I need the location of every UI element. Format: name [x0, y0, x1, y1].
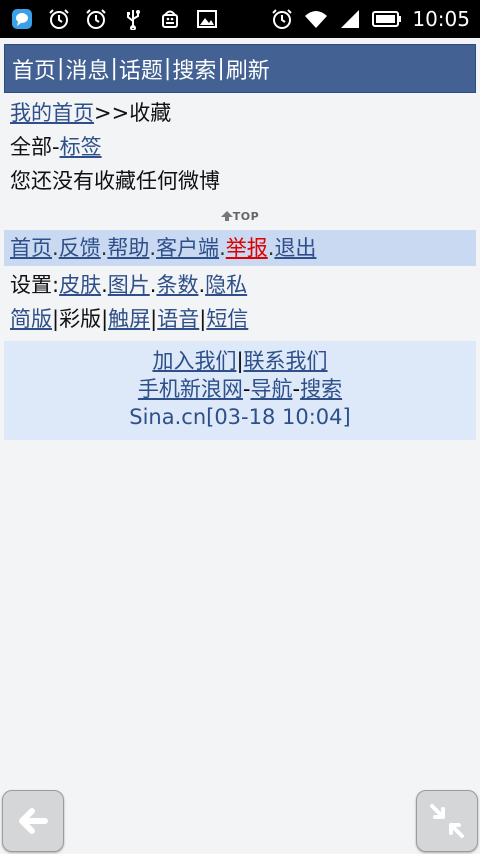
chat-bubble-icon	[10, 7, 34, 31]
usb-icon	[121, 7, 145, 31]
nav-separator: |	[57, 56, 65, 81]
back-to-top-link[interactable]: TOP	[4, 204, 476, 226]
dot-separator: .	[219, 236, 226, 260]
link-home[interactable]: 首页	[10, 236, 52, 260]
footer-join-link[interactable]: 加入我们	[152, 349, 236, 373]
version-color-current: 彩版	[59, 307, 102, 331]
footer-site-time: Sina.cn[03-18 10:04]	[129, 405, 351, 429]
page-footer: 加入我们|联系我们 手机新浪网-导航-搜索 Sina.cn[03-18 10:0…	[4, 341, 476, 440]
breadcrumb-current: 收藏	[129, 101, 172, 125]
collapse-button[interactable]	[416, 790, 478, 852]
signal-icon	[338, 7, 362, 31]
up-arrow-icon	[220, 211, 233, 221]
footer-mobile-sina-link[interactable]: 手机新浪网	[138, 377, 243, 401]
footer-search-link[interactable]: 搜索	[300, 377, 342, 401]
link-logout[interactable]: 退出	[274, 236, 316, 260]
dot-separator: .	[52, 236, 59, 260]
bottom-link-bar: 首页.反馈.帮助.客户端.举报.退出	[4, 230, 476, 266]
settings-skin-link[interactable]: 皮肤	[59, 273, 101, 297]
alarm-icon	[84, 7, 108, 31]
filter-dash: -	[52, 135, 60, 159]
settings-count-link[interactable]: 条数	[156, 273, 198, 297]
link-client[interactable]: 客户端	[156, 236, 219, 260]
battery-icon	[372, 7, 402, 31]
filter-row: 全部-标签	[4, 130, 476, 164]
empty-message: 您还没有收藏任何微博	[10, 169, 220, 193]
link-report[interactable]: 举报	[226, 236, 268, 260]
nav-topics[interactable]: 话题	[119, 53, 163, 85]
nav-separator: |	[217, 56, 225, 81]
footer-row-1: 加入我们|联系我们	[4, 347, 476, 375]
clock: 10:05	[412, 7, 470, 31]
top-label: TOP	[232, 210, 260, 223]
dot-separator: .	[101, 273, 108, 297]
android-debug-icon	[158, 7, 182, 31]
settings-images-link[interactable]: 图片	[108, 273, 150, 297]
version-voice-link[interactable]: 语音	[157, 307, 199, 331]
top-nav: 首页 | 消息 | 话题 | 搜索 | 刷新	[4, 44, 476, 93]
version-simple-link[interactable]: 简版	[10, 307, 52, 331]
dash-separator: -	[242, 377, 251, 401]
status-bar-system: 10:05	[270, 7, 470, 31]
footer-navigation-link[interactable]: 导航	[251, 377, 293, 401]
wifi-icon	[304, 7, 328, 31]
nav-messages[interactable]: 消息	[65, 53, 109, 85]
alarm-icon	[47, 7, 71, 31]
version-touch-link[interactable]: 触屏	[108, 307, 150, 331]
status-bar-notifications	[10, 7, 219, 31]
link-help[interactable]: 帮助	[107, 236, 149, 260]
version-row: 简版|彩版|触屏|语音|短信	[4, 302, 476, 336]
back-button[interactable]	[2, 790, 64, 852]
link-feedback[interactable]: 反馈	[59, 236, 101, 260]
nav-separator: |	[163, 56, 172, 81]
nav-home[interactable]: 首页	[12, 53, 56, 85]
nav-search[interactable]: 搜索	[172, 53, 216, 85]
version-sms-link[interactable]: 短信	[206, 307, 248, 331]
breadcrumb-arrow: >>	[94, 101, 130, 125]
breadcrumb: 我的首页>>收藏	[4, 96, 476, 130]
nav-separator: |	[110, 56, 118, 81]
settings-row: 设置:皮肤.图片.条数.隐私	[4, 268, 476, 302]
back-arrow-icon	[19, 808, 48, 834]
dash-separator: -	[292, 377, 301, 401]
filter-tags-link[interactable]: 标签	[60, 135, 102, 159]
image-icon	[195, 7, 219, 31]
settings-privacy-link[interactable]: 隐私	[205, 273, 247, 297]
collapse-icon	[430, 804, 464, 838]
nav-refresh[interactable]: 刷新	[226, 53, 270, 85]
pipe-separator: |	[236, 349, 244, 373]
status-bar: 10:05	[0, 0, 480, 38]
web-page: 首页 | 消息 | 话题 | 搜索 | 刷新 我的首页>>收藏 全部-标签 您还…	[4, 38, 476, 440]
alarm-icon	[270, 7, 294, 31]
footer-contact-link[interactable]: 联系我们	[244, 349, 328, 373]
breadcrumb-home-link[interactable]: 我的首页	[10, 101, 94, 125]
settings-label: 设置:	[10, 273, 60, 297]
filter-all: 全部	[10, 135, 52, 159]
footer-row-2: 手机新浪网-导航-搜索	[4, 375, 476, 403]
